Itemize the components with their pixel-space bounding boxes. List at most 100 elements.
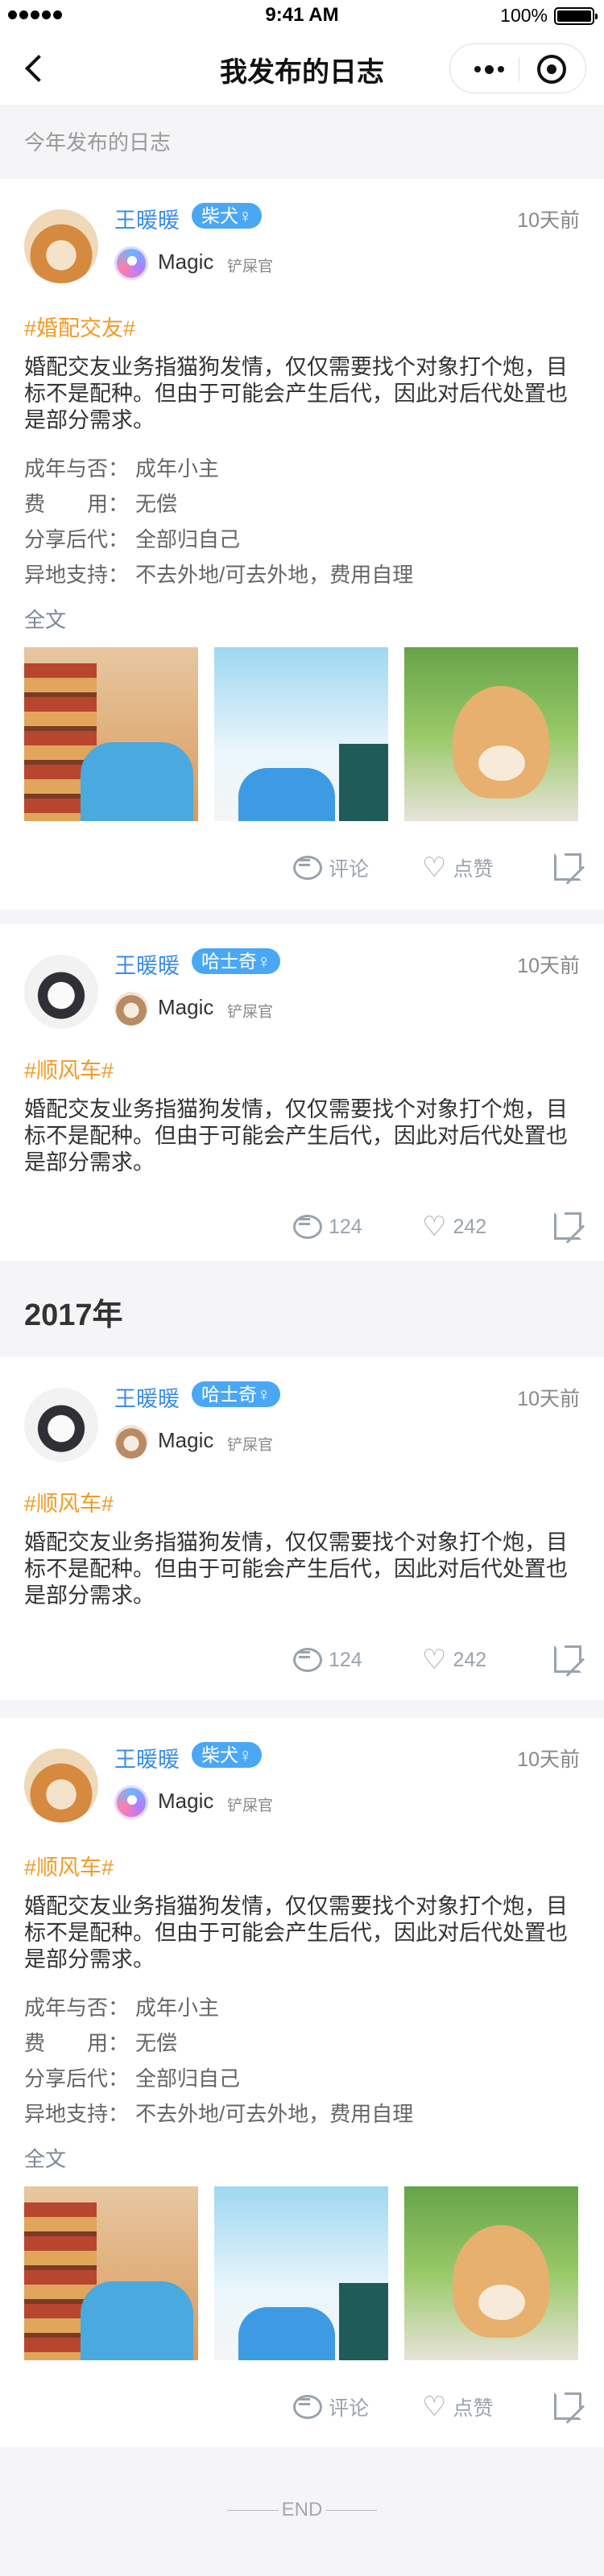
avatar[interactable]	[24, 1748, 98, 1823]
share-icon[interactable]	[554, 1645, 581, 1673]
info-key: 成年与否：	[24, 456, 130, 481]
pet-role: 铲屎官	[227, 1798, 274, 1814]
comment-label: 评论	[329, 858, 370, 881]
post-time: 10天前	[517, 209, 580, 232]
topic-tag[interactable]: #顺风车#	[24, 1850, 114, 1881]
info-key: 异地支持：	[24, 2102, 130, 2126]
info-value: 不去外地/可去外地，费用自理	[135, 2102, 414, 2126]
topic-tag[interactable]: #顺风车#	[24, 1486, 114, 1517]
post-body: 婚配交友业务指猫狗发情，仅仅需要找个对象打个炮，目标不是配种。但由于可能会产生后…	[24, 1894, 568, 1971]
post-card: 王暖暖 哈士奇♀ 10天前 Magic 铲屎官 #顺风车# 婚配交友业务指猫狗发…	[0, 924, 604, 1261]
end-marker: END	[0, 2499, 604, 2521]
post-body: 婚配交友业务指猫狗发情，仅仅需要找个对象打个炮，目标不是配种。但由于可能会产生后…	[24, 1530, 568, 1608]
breed-badge: 哈士奇♀	[192, 948, 281, 974]
pet-role: 铲屎官	[227, 1004, 274, 1021]
heart-icon: ♡	[422, 852, 447, 883]
battery-percent: 100%	[500, 5, 548, 26]
post-photo[interactable]	[24, 2186, 198, 2360]
post-time: 10天前	[517, 1388, 580, 1410]
comment-label: 评论	[329, 2397, 370, 2420]
avatar[interactable]	[24, 209, 98, 283]
pet-avatar	[114, 1425, 148, 1459]
info-key: 费 用：	[24, 492, 130, 516]
pet-role: 铲屎官	[227, 1437, 274, 1454]
username[interactable]: 王暖暖	[114, 1381, 180, 1413]
post-photo[interactable]	[214, 2186, 388, 2360]
info-value: 无偿	[135, 492, 178, 516]
like-count: 242	[453, 1648, 487, 1671]
section-year-2017: 2017年	[24, 1298, 123, 1332]
post-time: 10天前	[517, 1748, 580, 1771]
pet-name: Magic	[158, 250, 214, 274]
comment-button[interactable]: 评论	[292, 852, 369, 884]
section-this-year: 今年发布的日志	[24, 130, 172, 155]
post-photo[interactable]	[214, 647, 388, 821]
comment-icon	[292, 1213, 322, 1241]
share-icon[interactable]	[554, 2392, 581, 2420]
post-card: 王暖暖 柴犬♀ 10天前 Magic 铲屎官 #婚配交友# 婚配交友业务指猫狗发…	[0, 179, 604, 910]
post-photo[interactable]	[24, 647, 198, 821]
info-row: 异地支持： 不去外地/可去外地，费用自理	[24, 2096, 413, 2132]
status-bar: 9:41 AM 100%	[0, 0, 604, 32]
post-body: 婚配交友业务指猫狗发情，仅仅需要找个对象打个炮，目标不是配种。但由于可能会产生后…	[24, 355, 568, 432]
info-row: 成年与否： 成年小主	[24, 451, 413, 486]
like-button[interactable]: ♡ 242	[422, 1644, 486, 1676]
avatar[interactable]	[24, 1388, 98, 1462]
info-value: 无偿	[135, 2031, 178, 2055]
more-icon[interactable]	[465, 44, 513, 94]
pet-name: Magic	[158, 995, 214, 1019]
breed-badge: 哈士奇♀	[192, 1381, 281, 1407]
info-key: 成年与否：	[24, 1996, 130, 2020]
like-button[interactable]: ♡ 点赞	[422, 2391, 494, 2423]
full-text-link[interactable]: 全文	[24, 604, 66, 634]
comment-button[interactable]: 124	[292, 1211, 362, 1243]
username[interactable]: 王暖暖	[114, 948, 180, 980]
battery-icon	[554, 7, 598, 25]
info-row: 分享后代： 全部归自己	[24, 522, 413, 557]
pet-avatar	[114, 246, 148, 280]
share-icon[interactable]	[554, 853, 581, 881]
like-button[interactable]: ♡ 点赞	[422, 852, 494, 884]
topic-tag[interactable]: #顺风车#	[24, 1053, 114, 1084]
info-value: 成年小主	[135, 456, 220, 481]
action-bar: 评论 ♡ 点赞	[0, 852, 604, 884]
pet-avatar	[114, 992, 148, 1026]
post-photo[interactable]	[404, 2186, 578, 2360]
post-photo[interactable]	[404, 647, 578, 821]
post-card: 王暖暖 哈士奇♀ 10天前 Magic 铲屎官 #顺风车# 婚配交友业务指猫狗发…	[0, 1357, 604, 1700]
info-value: 全部归自己	[135, 527, 241, 551]
like-label: 点赞	[453, 2397, 494, 2420]
info-key: 分享后代：	[24, 527, 130, 551]
action-bar: 124 ♡ 242	[0, 1211, 604, 1243]
comment-icon	[292, 854, 322, 881]
comment-icon	[292, 2393, 322, 2421]
photo-grid	[24, 2186, 578, 2360]
close-mini-program-icon[interactable]	[537, 55, 566, 84]
heart-icon: ♡	[422, 2392, 447, 2422]
post-body: 婚配交友业务指猫狗发情，仅仅需要找个对象打个炮，目标不是配种。但由于可能会产生后…	[24, 1097, 568, 1174]
full-text-link[interactable]: 全文	[24, 2143, 66, 2173]
info-key: 分享后代：	[24, 2066, 130, 2091]
nav-bar: 我发布的日志	[0, 32, 604, 105]
username[interactable]: 王暖暖	[114, 203, 180, 234]
breed-badge: 柴犬♀	[192, 1742, 263, 1768]
post-time: 10天前	[517, 955, 580, 977]
like-count: 242	[453, 1215, 487, 1238]
comment-icon	[292, 1646, 322, 1674]
comment-button[interactable]: 评论	[292, 2391, 369, 2423]
comment-count: 124	[329, 1648, 362, 1671]
info-row: 分享后代： 全部归自己	[24, 2061, 413, 2096]
action-bar: 评论 ♡ 点赞	[0, 2391, 604, 2423]
like-button[interactable]: ♡ 242	[422, 1211, 486, 1243]
info-row: 费 用： 无偿	[24, 2025, 413, 2061]
info-value: 全部归自己	[135, 2066, 241, 2091]
share-icon[interactable]	[554, 1212, 581, 1240]
like-label: 点赞	[453, 858, 494, 881]
avatar[interactable]	[24, 955, 98, 1029]
comment-count: 124	[329, 1215, 362, 1238]
topic-tag[interactable]: #婚配交友#	[24, 311, 135, 342]
username[interactable]: 王暖暖	[114, 1742, 180, 1773]
comment-button[interactable]: 124	[292, 1644, 362, 1676]
info-key: 费 用：	[24, 2031, 130, 2055]
pet-name: Magic	[158, 1428, 214, 1452]
